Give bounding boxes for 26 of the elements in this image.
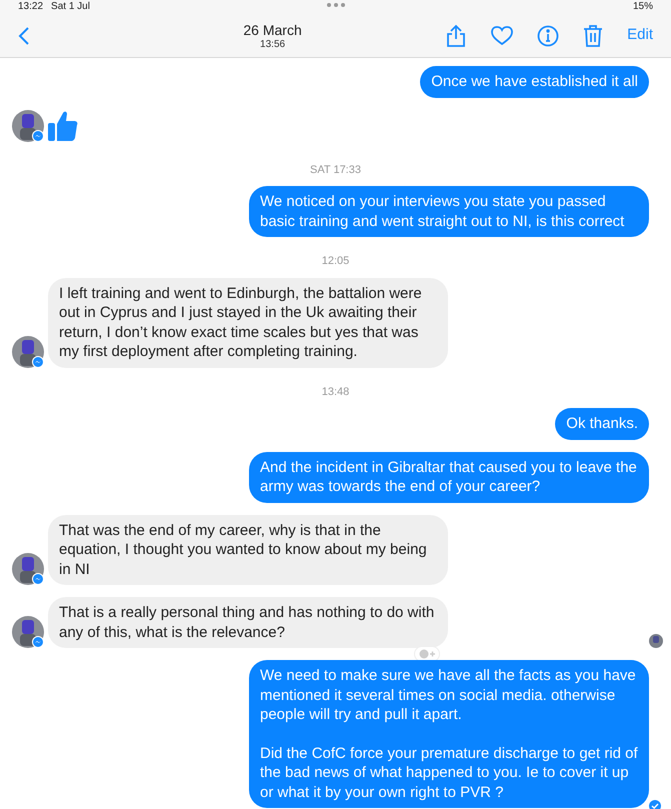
- message-text: Once we have established it all: [431, 72, 638, 92]
- timestamp: 12:05: [322, 254, 350, 269]
- more-dots-icon: [326, 3, 344, 7]
- thumbs-up-icon: [48, 110, 78, 142]
- status-time: 13:22: [18, 0, 44, 14]
- battery-level: 15%: [632, 0, 653, 14]
- share-button[interactable]: [445, 24, 468, 48]
- favorite-button[interactable]: [491, 26, 514, 46]
- message-text: And the incident in Gibraltar that caused you to leave the army was towards the end of your career?: [260, 458, 638, 496]
- delete-button[interactable]: [583, 24, 604, 48]
- timestamp: 13:48: [322, 384, 350, 400]
- status-date: Sat 1 Jul: [51, 0, 90, 14]
- message-text: Did the CofC force your premature discharge to get rid of the bad news of what happened to you. Ie to cover it up or what it by your own right to PVR ?: [260, 744, 638, 802]
- info-button[interactable]: [537, 24, 560, 46]
- back-button[interactable]: [18, 26, 30, 46]
- message-text: Ok thanks.: [566, 414, 638, 434]
- edit-button[interactable]: Edit: [627, 24, 653, 47]
- message-text: We noticed on your interviews you state you passed basic training and went straight out to NI, is this correct: [260, 192, 626, 231]
- conversation-date: 26 March: [243, 22, 302, 39]
- message-text: We need to make sure we have all the facts as you have mentioned it several times on social media. otherwise people will try and pull it apart.: [260, 666, 637, 724]
- message-text: That was the end of my career, why is that in the equation, I thought you wanted to know about my being in NI: [59, 520, 428, 579]
- add-reaction-icon: [418, 649, 436, 659]
- conversation-time: 13:56: [260, 39, 286, 51]
- message-text: That is a really personal thing and has nothing to do with any of this, what is the relevance?: [59, 603, 436, 642]
- message-text: I left training and went to Edinburgh, the battalion were out in Cyprus and I just stayed in the Uk awaiting their return, I don’t know exact time scales but yes that was my first deployment after completing training.: [59, 284, 423, 362]
- timestamp: SAT 17:33: [310, 162, 361, 178]
